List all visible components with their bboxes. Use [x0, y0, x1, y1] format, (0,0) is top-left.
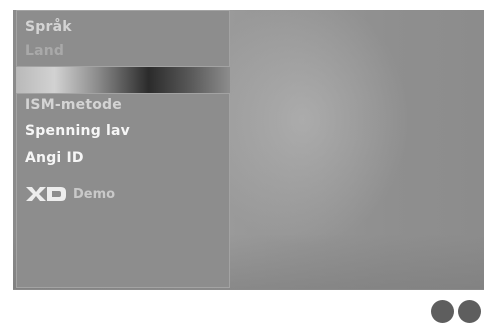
round-button-icon — [458, 300, 481, 323]
menu-item-country[interactable]: Land — [25, 43, 64, 59]
remote-buttons — [431, 300, 481, 323]
menu-item-set-id[interactable]: Angi ID — [25, 150, 84, 166]
menu-item-language[interactable]: Språk — [25, 19, 72, 35]
menu-item-ism-method[interactable]: ISM-metode — [25, 97, 122, 113]
tv-screen: Språk Land ISM-metode Spenning lav Angi … — [13, 10, 484, 290]
xd-logo-icon — [26, 187, 66, 201]
menu-item-xd-demo[interactable]: Demo — [25, 186, 115, 202]
menu-item-low-power[interactable]: Spenning lav — [25, 123, 130, 139]
round-button-icon — [431, 300, 454, 323]
demo-label: Demo — [73, 186, 116, 202]
menu-gradient-strip — [16, 67, 230, 93]
